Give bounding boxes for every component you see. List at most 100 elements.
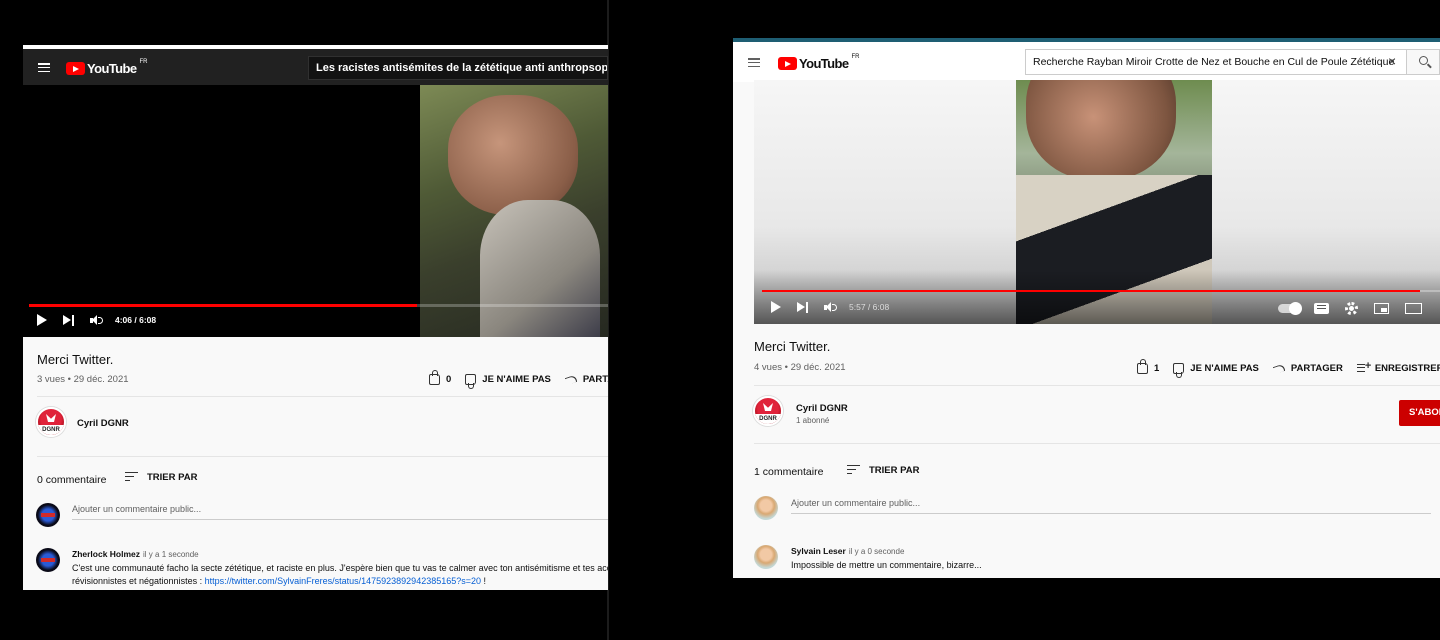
dislike-label: JE N'AIME PAS [482,374,551,385]
share-label: PARTAGER [1290,363,1343,374]
comment-avatar[interactable] [754,545,778,569]
search-button[interactable] [1407,49,1440,75]
comment-avatar[interactable] [36,548,60,572]
composite-screenshot: YouTube FR Les racistes antisémites de l… [0,0,1440,640]
dislike-button[interactable]: JE N'AIME PAS [1173,363,1259,378]
progress-bar[interactable] [762,290,1440,292]
comment-time[interactable]: il y a 1 seconde [143,550,199,559]
comment-author[interactable]: Zherlock Holmez [72,549,140,559]
youtube-logo[interactable]: YouTube FR [778,53,860,71]
progress-fill [29,304,417,307]
theater-mode-icon[interactable] [1405,303,1422,314]
like-button[interactable]: 0 [429,370,452,385]
video-title: Merci Twitter. [754,339,831,354]
channel-name[interactable]: Cyril DGNR [77,418,129,429]
sort-label: TRIER PAR [147,472,198,484]
sort-button[interactable]: TRIER PAR [847,465,920,476]
player-right-controls [1278,302,1422,315]
sort-icon [847,465,860,476]
user-avatar [754,496,778,520]
country-code: FR [851,53,860,60]
video-frame [420,85,608,337]
frame-face [448,95,578,215]
youtube-logo[interactable]: YouTube FR [66,59,147,76]
masthead: YouTube FR Les racistes antisémites de l… [23,49,608,85]
comment-text-line1: C'est une communauté facho la secte zété… [72,563,608,573]
player-controls: 5:57 / 6:08 [771,301,889,313]
search-icon [1419,56,1428,65]
menu-icon[interactable] [748,58,760,68]
save-button[interactable]: ENREGISTRER [1356,360,1440,374]
search-input[interactable]: Les racistes antisémites de la zététique… [308,56,608,80]
divider [754,443,1440,444]
menu-icon[interactable] [38,63,50,73]
avatar-text: DGNR [38,425,64,435]
dislike-button[interactable]: JE N'AIME PAS [465,374,551,389]
channel-name[interactable]: Cyril DGNR [796,403,848,414]
thumb-down-icon [1173,363,1185,378]
video-meta: 3 vues • 29 déc. 2021 [37,374,129,385]
search-input[interactable]: Recherche Rayban Miroir Crotte de Nez et… [1025,49,1407,75]
play-icon[interactable] [771,301,781,313]
clear-search-icon[interactable]: × [1388,54,1396,68]
like-button[interactable]: 1 [1137,359,1160,374]
subtitles-icon[interactable] [1314,303,1329,314]
volume-icon[interactable] [90,314,103,326]
comment-author-line: Sylvain Leser il y a 0 seconde [791,546,904,556]
user-avatar [36,503,60,527]
autoplay-toggle[interactable] [1278,302,1302,315]
like-count: 1 [1154,363,1160,374]
divider [754,385,1440,386]
youtube-play-icon [778,57,797,70]
time-display: 5:57 / 6:08 [849,302,890,312]
play-icon[interactable] [37,314,47,326]
time-display: 4:06 / 6:08 [115,315,157,325]
share-icon [1272,362,1285,375]
comment-count: 0 commentaire [37,474,107,486]
comment-time[interactable]: il y a 0 seconde [849,547,905,556]
volume-icon[interactable] [824,301,837,313]
like-count: 0 [446,374,452,385]
share-label: PARTAGER [582,374,608,385]
channel-avatar[interactable]: DGNR [36,407,66,437]
share-button[interactable]: PARTAGER [564,373,608,386]
channel-avatar[interactable]: DGNR [753,396,783,426]
comment-author[interactable]: Sylvain Leser [791,546,846,556]
miniplayer-icon[interactable] [1374,303,1389,314]
next-icon[interactable] [63,314,74,326]
frame-face [1026,80,1176,180]
video-actions: 0 JE N'AIME PAS PARTAGER [429,370,608,389]
playlist-add-icon [1356,360,1371,374]
thumb-up-icon [1137,359,1148,374]
video-meta: 4 vues • 29 déc. 2021 [754,362,846,373]
comment-text: C'est une communauté facho la secte zété… [72,562,608,588]
divider [37,396,608,397]
controls-gradient [754,270,1440,324]
sort-button[interactable]: TRIER PAR [125,472,198,483]
share-button[interactable]: PARTAGER [1272,362,1343,375]
dislike-label: JE N'AIME PAS [1190,363,1259,374]
left-youtube-window: YouTube FR Les racistes antisémites de l… [23,45,608,590]
video-player[interactable]: 4:06 / 6:08 [23,85,608,337]
thumb-up-icon [429,370,440,385]
comment-author-line: Zherlock Holmez il y a 1 seconde [72,549,199,559]
logo-text: YouTube [799,56,849,71]
thumb-down-icon [465,374,477,389]
settings-gear-icon[interactable] [1345,302,1358,315]
next-icon[interactable] [797,301,808,313]
progress-fill [762,290,1420,292]
logo-text: YouTube [87,61,137,76]
subscribe-button[interactable]: S'ABONNER [1399,400,1440,426]
add-comment-input[interactable]: Ajouter un commentaire public... [72,504,608,520]
divider [37,456,608,457]
progress-bar[interactable] [29,304,608,307]
add-comment-input[interactable]: Ajouter un commentaire public... [791,498,1431,514]
video-player[interactable]: 5:57 / 6:08 [754,80,1440,324]
masthead: YouTube FR Recherche Rayban Miroir Crott… [733,42,1440,82]
video-actions: 1 JE N'AIME PAS PARTAGER ENREGISTRER [1137,359,1440,378]
subscriber-count: 1 abonné [796,416,830,425]
comment-link[interactable]: https://twitter.com/SylvainFreres/status… [205,576,481,586]
avatar-text: DGNR [755,414,781,424]
frame-collar [480,200,600,337]
save-label: ENREGISTRER [1374,363,1440,374]
